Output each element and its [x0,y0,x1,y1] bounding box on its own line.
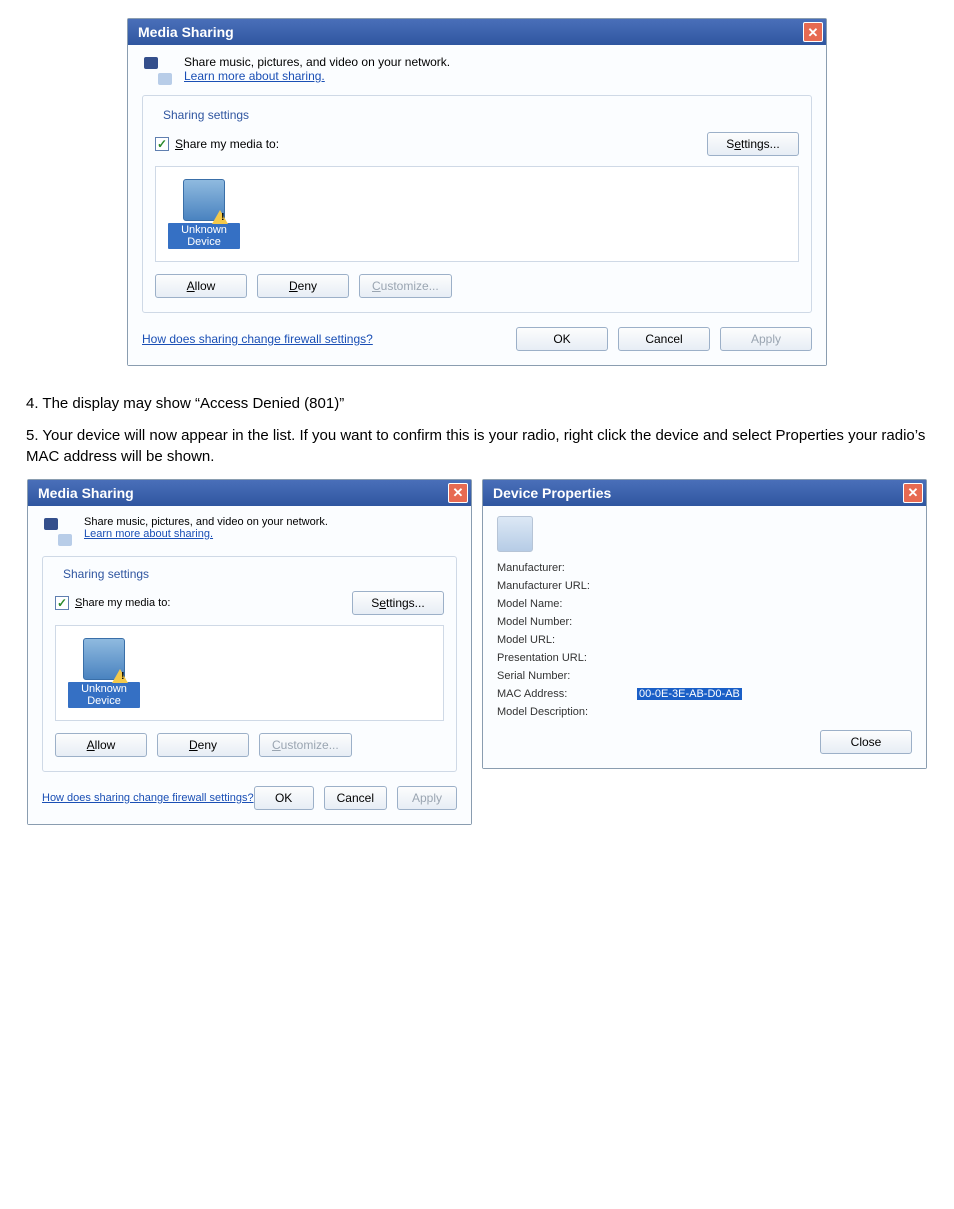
device-list[interactable]: ! Unknown Device [155,166,799,262]
checkbox-icon: ✓ [55,596,69,610]
ok-button[interactable]: OK [516,327,608,351]
device-item-unknown[interactable]: ! Unknown Device [168,179,240,249]
device-list[interactable]: ! Unknown Device [55,625,444,721]
close-icon[interactable]: ✕ [448,483,468,503]
media-sharing-dialog-small: Media Sharing ✕ Share music, pictures, a… [27,479,472,825]
cancel-button[interactable]: Cancel [618,327,710,351]
label-model-name: Model Name: [497,598,637,610]
allow-button[interactable]: AllowAllow [55,733,147,757]
apply-button: Apply [720,327,812,351]
share-media-label: Share my media to:Share my media to: [75,597,170,609]
firewall-link[interactable]: How does sharing change firewall setting… [42,792,254,804]
dialog-title: Device Properties [493,485,611,501]
apply-button: Apply [397,786,457,810]
cancel-button[interactable]: Cancel [324,786,387,810]
value-serial-number [637,670,912,682]
share-media-label: SShare my media to:hare my media to: [175,137,279,151]
learn-more-link[interactable]: Learn more about sharing. [184,69,325,83]
sharing-settings-group: Sharing settings ✓ SShare my media to:ha… [142,95,812,313]
customize-button: Customize...Customize... [359,274,452,298]
group-label: Sharing settings [59,567,153,581]
device-label: Unknown Device [68,682,140,708]
checkbox-icon: ✓ [155,137,169,151]
deny-button[interactable]: DenyDeny [257,274,349,298]
warning-overlay-icon [212,210,228,224]
close-button[interactable]: Close [820,730,912,754]
titlebar: Media Sharing ✕ [128,19,826,45]
customize-button: Customize...Customize... [259,733,352,757]
intro-text: Share music, pictures, and video on your… [184,55,450,69]
device-item-unknown[interactable]: ! Unknown Device [68,638,140,708]
label-manufacturer: Manufacturer: [497,562,637,574]
intro-text: Share music, pictures, and video on your… [84,516,328,528]
share-media-checkbox[interactable]: ✓ SShare my media to:hare my media to: [155,137,279,151]
deny-button[interactable]: DenyDeny [157,733,249,757]
step-5-text: 5. Your device will now appear in the li… [26,426,928,467]
value-manufacturer [637,562,912,574]
settings-button[interactable]: Settings...Settings... [352,591,444,615]
value-mac-address: 00-0E-3E-AB-D0-AB [637,688,912,700]
warning-overlay-icon [112,669,128,683]
device-label: Unknown Device [168,223,240,249]
value-model-number [637,616,912,628]
dialog-title: Media Sharing [38,485,134,501]
group-label: Sharing settings [159,108,253,122]
device-properties-dialog: Device Properties ✕ Manufacturer: Manufa… [482,479,927,769]
label-model-description: Model Description: [497,706,637,718]
network-icon [142,55,174,87]
dialog-title: Media Sharing [138,24,234,40]
network-icon [42,516,74,548]
close-icon[interactable]: ✕ [903,483,923,503]
value-model-name [637,598,912,610]
media-sharing-dialog-large: Media Sharing ✕ Share music, pictures, a… [127,18,827,366]
label-presentation-url: Presentation URL: [497,652,637,664]
titlebar: Device Properties ✕ [483,480,926,506]
label-model-number: Model Number: [497,616,637,628]
step-4-text: 4. The display may show “Access Denied (… [26,394,928,414]
allow-button[interactable]: AllowAllow [155,274,247,298]
label-manufacturer-url: Manufacturer URL: [497,580,637,592]
device-icon: ! [83,638,125,680]
label-serial-number: Serial Number: [497,670,637,682]
value-manufacturer-url [637,580,912,592]
learn-more-link[interactable]: Learn more about sharing. [84,528,213,540]
label-mac-address: MAC Address: [497,688,637,700]
value-model-description [637,706,912,718]
value-presentation-url [637,652,912,664]
firewall-link[interactable]: How does sharing change firewall setting… [142,332,373,346]
share-media-checkbox[interactable]: ✓ Share my media to:Share my media to: [55,596,170,610]
label-model-url: Model URL: [497,634,637,646]
sharing-settings-group: Sharing settings ✓ Share my media to:Sha… [42,556,457,772]
titlebar: Media Sharing ✕ [28,480,471,506]
device-icon [497,516,533,552]
value-model-url [637,634,912,646]
settings-button[interactable]: Settings...Settings... [707,132,799,156]
device-icon: ! [183,179,225,221]
ok-button[interactable]: OK [254,786,314,810]
close-icon[interactable]: ✕ [803,22,823,42]
